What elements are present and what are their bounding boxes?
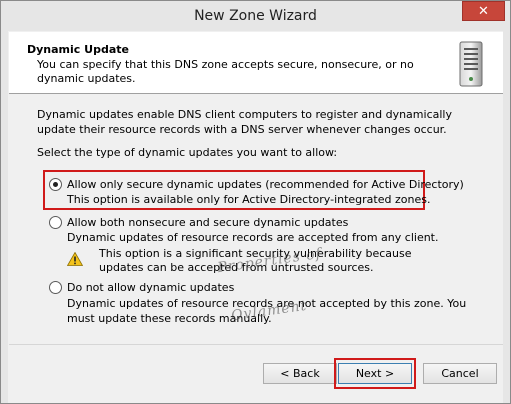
next-button[interactable]: Next > [338,363,412,384]
close-button[interactable]: ✕ [462,1,505,21]
cancel-button[interactable]: Cancel [423,363,497,384]
radio-secure-only[interactable] [49,178,62,191]
button-bar: < Back Next > Cancel [9,344,503,396]
back-button[interactable]: < Back [263,363,337,384]
select-prompt: Select the type of dynamic updates you w… [37,146,338,159]
warning-icon [67,252,83,266]
option-secure-only-label[interactable]: Allow only secure dynamic updates (recom… [67,178,464,191]
option-no-updates-label[interactable]: Do not allow dynamic updates [67,281,234,294]
radio-no-updates[interactable] [49,281,62,294]
intro-text: Dynamic updates enable DNS client comput… [37,108,452,136]
wizard-window: New Zone Wizard ✕ Dynamic Update You can… [0,0,511,404]
wizard-header: Dynamic Update You can specify that this… [9,32,503,94]
option-secure-only-description: This option is available only for Active… [67,193,431,206]
radio-nonsecure-and-secure[interactable] [49,216,62,229]
title-bar: New Zone Wizard ✕ [1,1,510,31]
window-frame-left [1,31,8,403]
option-nonsecure-and-secure-description: Dynamic updates of resource records are … [67,231,439,244]
page-description: You can specify that this DNS zone accep… [37,58,414,85]
window-title: New Zone Wizard [194,8,317,24]
server-icon [459,41,483,87]
window-frame-right [503,31,510,403]
page-title: Dynamic Update [27,43,129,56]
option-nonsecure-and-secure-label[interactable]: Allow both nonsecure and secure dynamic … [67,216,348,229]
wizard-content: Dynamic updates enable DNS client comput… [9,95,503,343]
